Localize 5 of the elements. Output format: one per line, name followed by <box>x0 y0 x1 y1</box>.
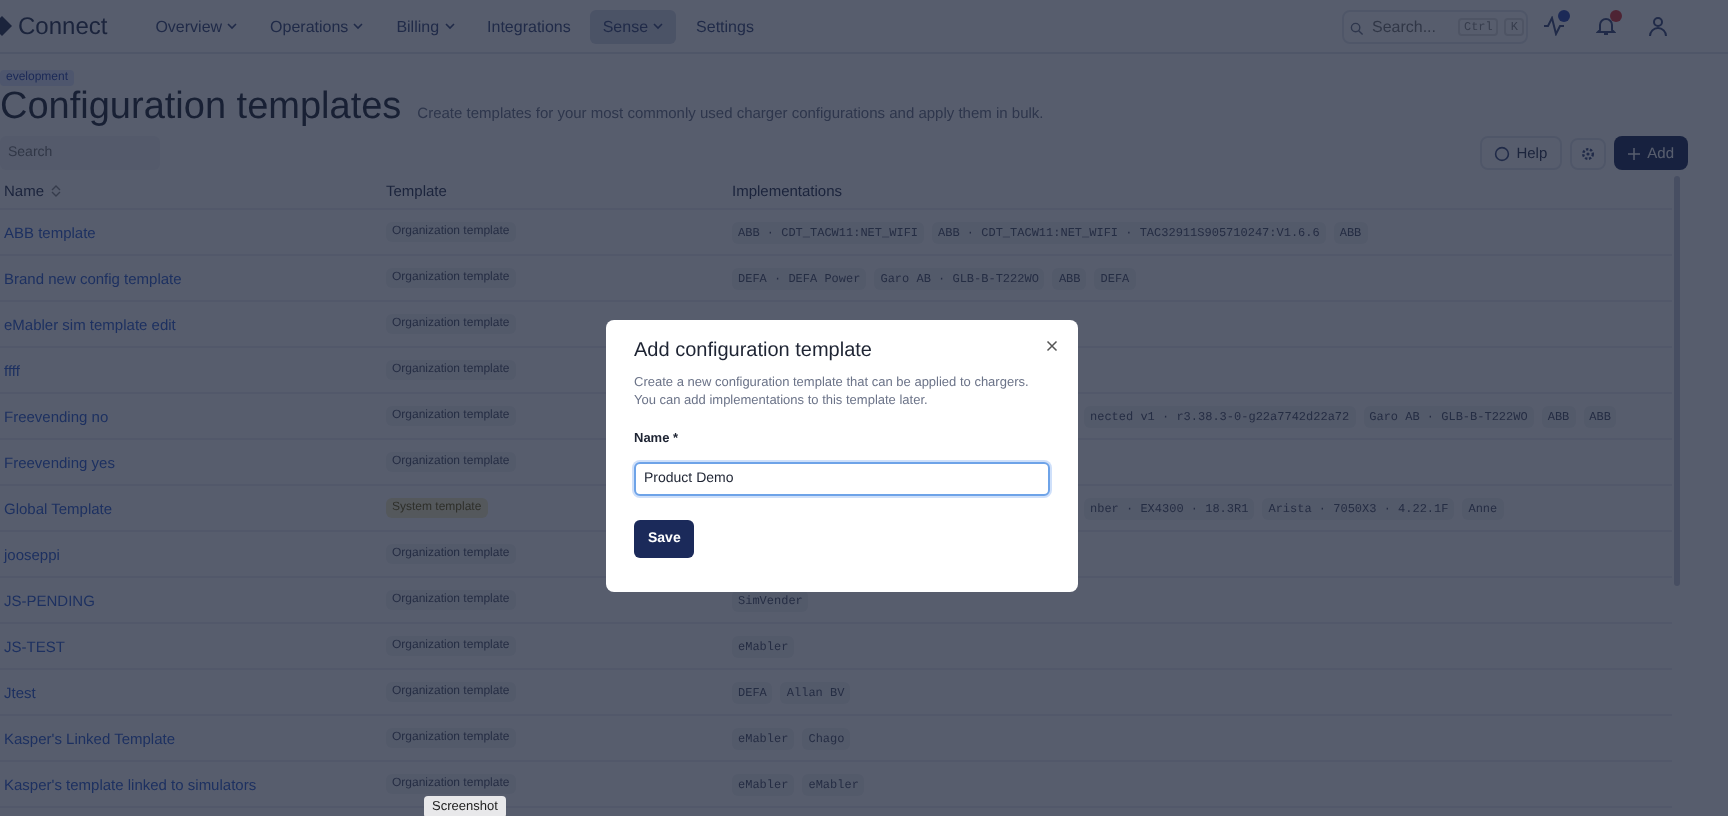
close-button[interactable] <box>1042 336 1062 356</box>
dialog-title: Add configuration template <box>634 340 874 362</box>
logo-text: Connect <box>18 12 108 40</box>
page-title: Configuration templates <box>0 86 402 130</box>
close-icon <box>1046 340 1058 352</box>
